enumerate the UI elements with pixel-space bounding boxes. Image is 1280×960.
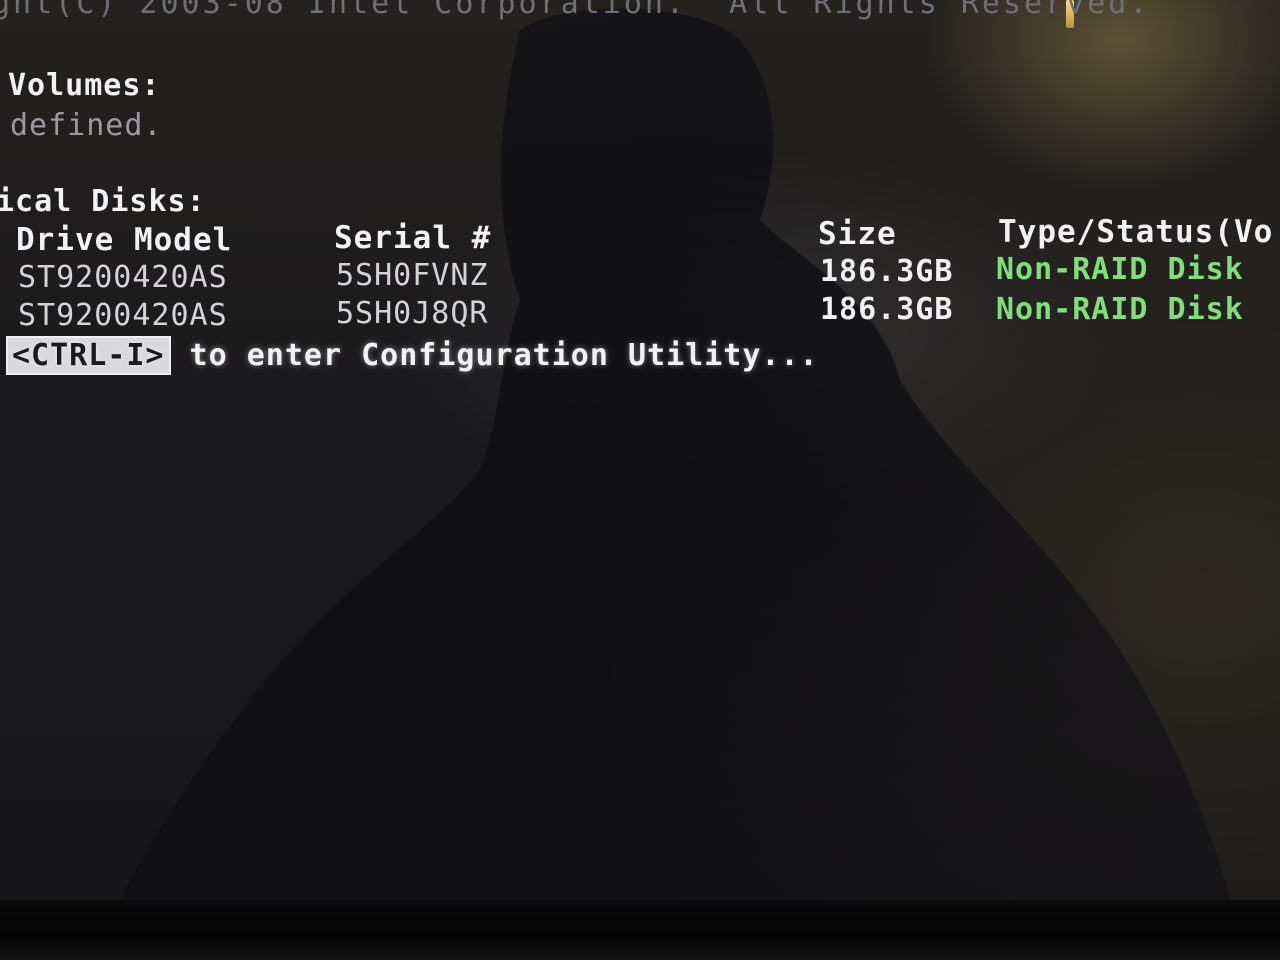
physical-disks-heading: ical Disks:	[0, 184, 206, 219]
disk-type-status: Non-RAID Disk	[996, 252, 1244, 287]
disk-drive-model: ST9200420AS	[18, 260, 228, 295]
config-prompt-text: to enter Configuration Utility...	[170, 338, 819, 373]
volumes-status: defined.	[10, 108, 163, 143]
disk-serial: 5SH0FVNZ	[336, 258, 489, 293]
col-header-type-status: Type/Status(Vo	[998, 214, 1274, 250]
volumes-heading: Volumes:	[8, 68, 161, 103]
col-header-serial: Serial #	[334, 220, 492, 256]
col-header-drive-model: Drive Model	[16, 222, 233, 258]
disk-drive-model: ST9200420AS	[18, 298, 228, 333]
disk-type-status: Non-RAID Disk	[996, 292, 1244, 327]
col-header-size: Size	[818, 216, 897, 252]
disk-serial: 5SH0J8QR	[336, 296, 489, 331]
disk-size: 186.3GB	[820, 254, 954, 289]
bios-screen: ght(C) 2003-08 Intel Corporation. All Ri…	[0, 0, 1280, 960]
copyright-line: ght(C) 2003-08 Intel Corporation. All Ri…	[0, 0, 1151, 21]
ctrl-i-key-hint: <CTRL-I>	[6, 336, 171, 375]
disk-size: 186.3GB	[820, 292, 954, 327]
config-prompt: <CTRL-I> to enter Configuration Utility.…	[6, 336, 819, 375]
reflection-silhouette	[120, 8, 1230, 901]
monitor-bezel	[0, 900, 1280, 960]
